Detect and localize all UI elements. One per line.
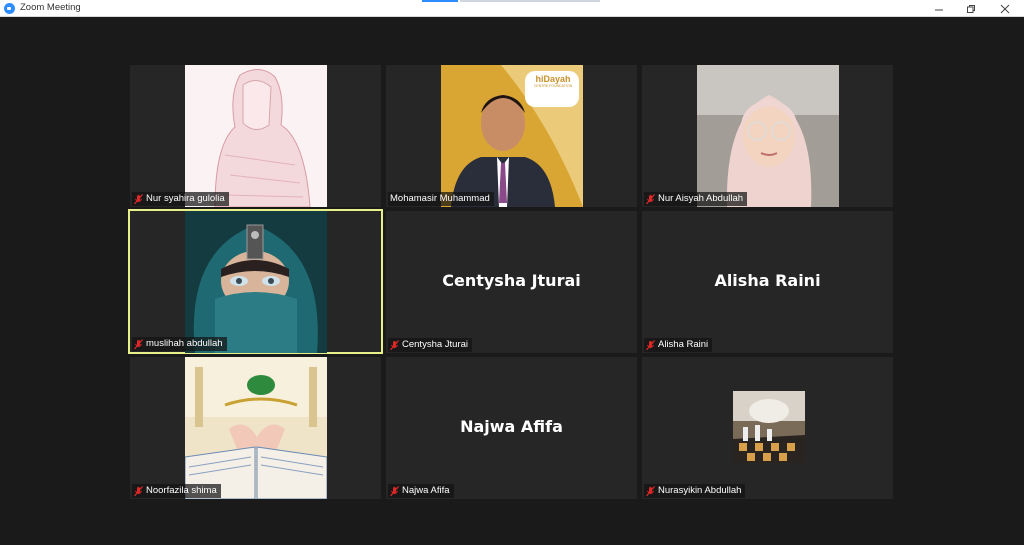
participant-video <box>185 65 327 207</box>
window-title: Zoom Meeting <box>20 2 81 13</box>
participant-name-label: Mohamasir Muhammad <box>388 192 494 206</box>
participant-avatar-image <box>185 357 327 499</box>
participant-avatar-image <box>733 391 805 463</box>
participant-name: Centysha Jturai <box>402 339 469 350</box>
restore-icon[interactable] <box>954 0 988 17</box>
participant-name-label: Najwa Afifa <box>388 484 454 498</box>
participant-tile[interactable]: Nur syahira gulolia <box>130 65 381 207</box>
participant-name-label: Noorfazila shima <box>132 484 221 498</box>
participant-tile[interactable]: Nur Aisyah Abdullah <box>642 65 893 207</box>
participant-tile[interactable]: Noorfazila shima <box>130 357 381 499</box>
participant-tile[interactable]: Nurasyikin Abdullah <box>642 357 893 499</box>
mic-muted-icon <box>646 485 655 497</box>
sketch-portrait-image <box>185 65 327 207</box>
view-tab-track <box>460 0 600 2</box>
mic-muted-icon <box>134 193 143 205</box>
participant-tile[interactable]: hiDayah CENTRE FOUNDATION Mohamasir Muha… <box>386 65 637 207</box>
participant-name: muslihah abdullah <box>146 338 223 349</box>
participant-name-label: Centysha Jturai <box>388 338 473 352</box>
participant-video: hiDayah CENTRE FOUNDATION <box>441 65 583 207</box>
participant-tile[interactable]: Alisha Raini Alisha Raini <box>642 211 893 353</box>
mic-muted-icon <box>646 193 655 205</box>
participant-tile[interactable]: Centysha Jturai Centysha Jturai <box>386 211 637 353</box>
participant-name-label: Nur Aisyah Abdullah <box>644 192 748 206</box>
participant-tile[interactable]: Najwa Afifa Najwa Afifa <box>386 357 637 499</box>
close-icon[interactable] <box>988 0 1022 17</box>
mic-muted-icon <box>390 339 399 351</box>
participant-name: Noorfazila shima <box>146 485 217 496</box>
mic-muted-icon <box>390 485 399 497</box>
participant-video-image <box>697 65 839 207</box>
mic-muted-icon <box>134 338 143 350</box>
mic-muted-icon <box>134 485 143 497</box>
participant-name-label: Nurasyikin Abdullah <box>644 484 746 498</box>
participant-display-name: Alisha Raini <box>714 271 821 290</box>
participant-name-label: Alisha Raini <box>644 338 713 352</box>
view-tab-indicator[interactable] <box>422 0 458 2</box>
minimize-icon[interactable] <box>922 0 956 17</box>
participant-name: Nurasyikin Abdullah <box>658 485 742 496</box>
mic-muted-icon <box>646 339 655 351</box>
participant-name-label: Nur syahira gulolia <box>132 192 229 206</box>
window-titlebar: Zoom Meeting <box>0 0 1024 17</box>
participant-video <box>185 357 327 499</box>
participant-video <box>185 211 327 353</box>
participant-display-name: Najwa Afifa <box>460 417 563 436</box>
participant-video <box>697 65 839 207</box>
participant-display-name: Centysha Jturai <box>442 271 581 290</box>
participant-tile-active-speaker[interactable]: muslihah abdullah <box>128 209 383 354</box>
participant-name: Alisha Raini <box>658 339 709 350</box>
participant-name: Nur Aisyah Abdullah <box>658 193 744 204</box>
hidayah-logo: hiDayah CENTRE FOUNDATION <box>533 74 573 88</box>
zoom-app-icon <box>4 3 15 14</box>
participant-name: Nur syahira gulolia <box>146 193 225 204</box>
participant-name-label: muslihah abdullah <box>132 337 227 351</box>
participant-avatar-image <box>185 211 327 353</box>
participant-name: Mohamasir Muhammad <box>390 193 490 204</box>
participant-name: Najwa Afifa <box>402 485 450 496</box>
